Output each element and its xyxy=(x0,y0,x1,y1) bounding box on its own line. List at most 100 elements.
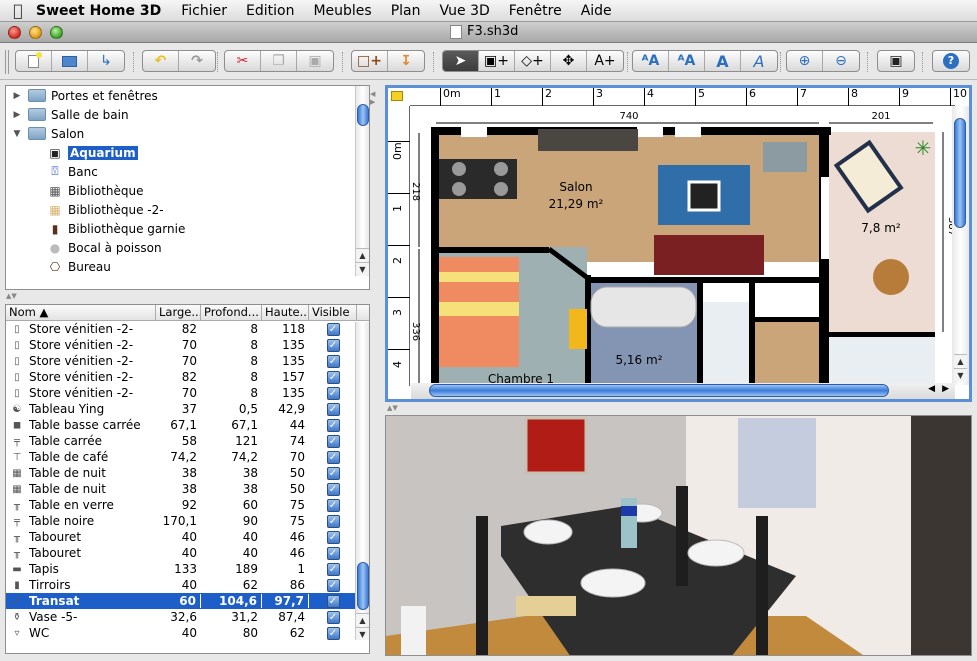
add-furniture-button[interactable]: □+ xyxy=(352,51,388,71)
create-walls-button[interactable]: ▣+ xyxy=(479,51,515,71)
visible-checkbox[interactable]: ✓ xyxy=(326,546,340,560)
table-row[interactable]: ☯ Tableau Ying 37 0,5 42,9 ✓ xyxy=(6,401,369,417)
menu-fichier[interactable]: Fichier xyxy=(181,3,227,19)
menu-vue3d[interactable]: Vue 3D xyxy=(440,3,490,19)
table-row[interactable]: ▦ Table de nuit 38 38 50 ✓ xyxy=(6,465,369,481)
visible-checkbox[interactable]: ✓ xyxy=(326,514,340,528)
undo-button[interactable]: ↶ xyxy=(143,51,179,71)
visible-checkbox[interactable]: ✓ xyxy=(326,354,340,368)
visible-checkbox[interactable]: ✓ xyxy=(326,322,340,336)
collapse-arrow-icon[interactable]: ▼ xyxy=(10,129,24,139)
column-depth[interactable]: Profond... xyxy=(201,305,262,320)
visible-checkbox[interactable]: ✓ xyxy=(326,482,340,496)
cut-button[interactable]: ✂ xyxy=(225,51,261,71)
table-row[interactable]: ⟋ Transat 60 104,6 97,7 ✓ xyxy=(6,593,369,609)
column-width[interactable]: Large... xyxy=(156,305,201,320)
catalog-item-bibliotheque[interactable]: ▦ Bibliothèque xyxy=(6,181,369,200)
zoom-out-button[interactable]: ⊖ xyxy=(823,51,859,71)
italic-text-button[interactable]: A xyxy=(741,51,777,71)
table-row[interactable]: ▿ WC 40 80 62 ✓ xyxy=(6,625,369,641)
increase-text-size-button[interactable]: ᴬA xyxy=(633,51,669,71)
split-arrows-icon[interactable]: ▲▼ xyxy=(6,292,17,302)
new-home-button[interactable] xyxy=(16,51,52,71)
visible-checkbox[interactable]: ✓ xyxy=(326,578,340,592)
minimize-window-button[interactable] xyxy=(29,25,42,39)
visible-checkbox[interactable]: ✓ xyxy=(326,530,340,544)
visible-checkbox[interactable]: ✓ xyxy=(326,386,340,400)
split-arrows-icon[interactable]: ▲▼ xyxy=(387,404,398,414)
create-rooms-button[interactable]: ◇+ xyxy=(515,51,551,71)
visible-checkbox[interactable]: ✓ xyxy=(326,434,340,448)
table-row[interactable]: ╥ Table en verre 92 60 75 ✓ xyxy=(6,497,369,513)
split-arrows-icon[interactable]: ◀ ▶ xyxy=(370,90,375,106)
app-menu[interactable]: Sweet Home 3D xyxy=(36,3,161,19)
visible-checkbox[interactable]: ✓ xyxy=(326,338,340,352)
furniture-scrollbar[interactable]: ▲ ▼ xyxy=(355,322,369,640)
table-row[interactable]: ▯ Store vénitien -2- 70 8 135 ✓ xyxy=(6,385,369,401)
menu-edition[interactable]: Edition xyxy=(246,3,294,19)
3d-view[interactable] xyxy=(385,415,972,656)
plan-view[interactable]: 0m 1 2 3 4 5 6 7 8 9 10 0m 1 2 3 4 740 201 xyxy=(385,85,972,402)
save-button[interactable]: ↳ xyxy=(88,51,124,71)
table-row[interactable]: ◼ Table basse carrée 67,1 67,1 44 ✓ xyxy=(6,417,369,433)
open-button[interactable] xyxy=(52,51,88,71)
plan-vertical-scrollbar[interactable]: ▲ ▼ xyxy=(952,106,969,385)
catalog-category[interactable]: ▶ Salle de bain xyxy=(6,105,369,124)
catalog-item-bureau[interactable]: ⎔ Bureau xyxy=(6,257,369,276)
expand-arrow-icon[interactable]: ▶ xyxy=(10,110,24,120)
table-row[interactable]: ⚱ Vase -5- 32,6 31,2 87,4 ✓ xyxy=(6,609,369,625)
zoom-in-button[interactable]: ⊕ xyxy=(787,51,823,71)
bold-text-button[interactable]: A xyxy=(705,51,741,71)
visible-checkbox[interactable]: ✓ xyxy=(326,466,340,480)
apple-menu-icon[interactable]:  xyxy=(0,1,36,20)
table-row[interactable]: ▯ Store vénitien -2- 82 8 157 ✓ xyxy=(6,369,369,385)
plan-canvas[interactable]: 740 201 ✳ Salon 21,29 m² 7,8 m² 5,16 m² … xyxy=(411,107,955,385)
scroll-up-arrow[interactable]: ▲ xyxy=(356,248,369,261)
catalog-item-aquarium[interactable]: ▣ Aquarium xyxy=(6,143,369,162)
lock-icon[interactable] xyxy=(391,91,403,101)
create-photo-button[interactable]: ▣ xyxy=(878,51,914,71)
column-visible[interactable]: Visible xyxy=(309,305,357,320)
menu-fenetre[interactable]: Fenêtre xyxy=(509,3,562,19)
plan-hscroll-thumb[interactable] xyxy=(429,384,889,397)
table-row[interactable]: ▮ Tirroirs 40 62 86 ✓ xyxy=(6,577,369,593)
furniture-scroll-thumb[interactable] xyxy=(357,562,369,610)
catalog-item-bibliotheque-2[interactable]: ▦ Bibliothèque -2- xyxy=(6,200,369,219)
scroll-down-arrow[interactable]: ▼ xyxy=(356,627,369,640)
catalog-category[interactable]: ▼ Salon xyxy=(6,124,369,143)
visible-checkbox[interactable]: ✓ xyxy=(326,450,340,464)
table-row[interactable]: ╤ Table noire 170,1 90 75 ✓ xyxy=(6,513,369,529)
table-row[interactable]: ▯ Store vénitien -2- 70 8 135 ✓ xyxy=(6,353,369,369)
table-row[interactable]: ▯ Store vénitien -2- 82 8 118 ✓ xyxy=(6,321,369,337)
menu-plan[interactable]: Plan xyxy=(391,3,421,19)
copy-button[interactable]: ❐ xyxy=(261,51,297,71)
table-row[interactable]: ▯ Store vénitien -2- 70 8 135 ✓ xyxy=(6,337,369,353)
paste-button[interactable]: ▣ xyxy=(297,51,333,71)
create-dimensions-button[interactable]: ✥ xyxy=(551,51,587,71)
scroll-down-arrow[interactable]: ▼ xyxy=(356,262,369,275)
catalog-item-bibliotheque-garnie[interactable]: ▮ Bibliothèque garnie xyxy=(6,219,369,238)
import-furniture-button[interactable]: ↧ xyxy=(388,51,424,71)
menu-aide[interactable]: Aide xyxy=(581,3,612,19)
scroll-up-arrow[interactable]: ▲ xyxy=(356,613,369,626)
catalog-category[interactable]: ▶ Portes et fenêtres xyxy=(6,86,369,105)
menu-meubles[interactable]: Meubles xyxy=(313,3,371,19)
zoom-window-button[interactable] xyxy=(50,25,63,39)
table-row[interactable]: ╥ Tabouret 40 40 46 ✓ xyxy=(6,545,369,561)
select-mode-button[interactable]: ➤ xyxy=(443,51,479,71)
decrease-text-size-button[interactable]: ᴬA xyxy=(669,51,705,71)
scroll-up-arrow[interactable]: ▲ xyxy=(954,354,967,367)
visible-checkbox[interactable]: ✓ xyxy=(326,418,340,432)
visible-checkbox[interactable]: ✓ xyxy=(326,594,340,608)
add-text-button[interactable]: A+ xyxy=(587,51,623,71)
scroll-left-arrow[interactable]: ◀ xyxy=(928,384,935,394)
column-name[interactable]: Nom ▲ xyxy=(6,305,156,320)
visible-checkbox[interactable]: ✓ xyxy=(326,402,340,416)
scroll-right-arrow[interactable]: ▶ xyxy=(942,384,949,394)
visible-checkbox[interactable]: ✓ xyxy=(326,562,340,576)
plan-horizontal-scrollbar[interactable]: ◀ ▶ xyxy=(411,383,955,399)
table-row[interactable]: ⊤ Table de café 74,2 74,2 70 ✓ xyxy=(6,449,369,465)
visible-checkbox[interactable]: ✓ xyxy=(326,498,340,512)
help-button[interactable]: ? xyxy=(933,51,969,71)
table-row[interactable]: ╥ Tabouret 40 40 46 ✓ xyxy=(6,529,369,545)
